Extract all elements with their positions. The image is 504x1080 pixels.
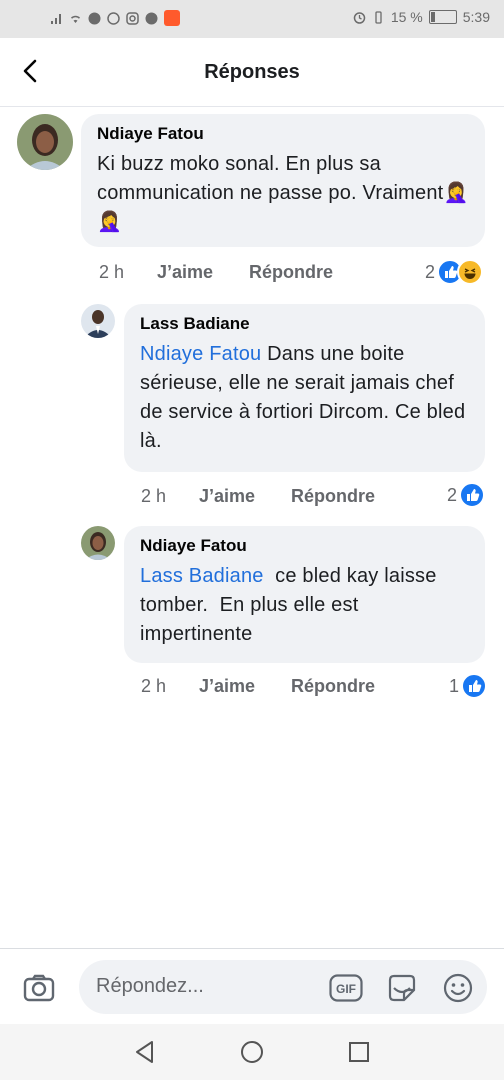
comment-time: 2 h: [141, 486, 167, 506]
sticker-icon[interactable]: [386, 972, 418, 1004]
comment-author[interactable]: Lass Badiane: [140, 314, 469, 334]
clock: 5:39: [462, 9, 490, 25]
mention-link[interactable]: Lass Badiane: [140, 565, 264, 587]
comment-body: Ki buzz moko sonal. En plus sa communica…: [97, 153, 444, 204]
like-icon: [459, 482, 486, 508]
camera-icon[interactable]: [22, 971, 56, 1005]
phone-icon: [145, 12, 158, 24]
gif-label: GIF: [336, 982, 356, 996]
gif-icon[interactable]: GIF: [329, 974, 363, 1002]
reply-button[interactable]: Répondre: [291, 676, 375, 697]
battery-icon: [428, 10, 457, 24]
avatar-ndiaye-fatou[interactable]: [81, 526, 115, 560]
vibrate-icon: [375, 10, 382, 24]
comment-text: Ki buzz moko sonal. En plus sa communica…: [97, 150, 469, 237]
alarm-icon: [353, 11, 366, 24]
comment-text: Ndiaye Fatou Dans une boite sérieuse, el…: [140, 340, 469, 456]
comment-author[interactable]: Ndiaye Fatou: [97, 124, 469, 144]
reaction-count: 1: [449, 675, 460, 696]
instagram-icon: [126, 11, 139, 25]
status-bar: 15 % 5:39: [0, 0, 504, 38]
reaction-summary[interactable]: 2: [447, 482, 486, 508]
reply-composer: Répondez... GIF: [0, 948, 504, 1025]
avatar-lass-badiane[interactable]: [81, 304, 115, 338]
comment-text: Lass Badiane ce bled kay laisse tomber. …: [140, 562, 469, 649]
system-nav-bar: [0, 1024, 504, 1080]
reply-input[interactable]: Répondez... GIF: [79, 960, 487, 1014]
like-button[interactable]: J’aime: [199, 676, 291, 697]
app-notification-icon: [164, 10, 180, 26]
like-button[interactable]: J’aime: [157, 262, 249, 283]
whatsapp-icon: [107, 11, 120, 25]
mention-link[interactable]: Ndiaye Fatou: [140, 343, 261, 365]
status-bar-notifications: [50, 10, 180, 26]
profile-photo: [17, 114, 73, 170]
profile-photo: [81, 304, 115, 338]
comment-actions: 2 h J’aime Répondre: [99, 262, 333, 283]
page-title: Réponses: [204, 61, 300, 83]
comment-time: 2 h: [99, 262, 125, 282]
profile-photo: [81, 526, 115, 560]
comment-bubble: Ndiaye Fatou Lass Badiane ce bled kay la…: [124, 526, 485, 663]
reaction-count: 2: [447, 484, 458, 505]
comment-time: 2 h: [141, 676, 167, 696]
reply-placeholder: Répondez...: [96, 975, 204, 997]
messenger-icon: [88, 12, 101, 24]
reaction-count: 2: [425, 261, 436, 282]
reply-button[interactable]: Répondre: [249, 262, 333, 283]
haha-icon: [457, 259, 484, 285]
reaction-summary[interactable]: 2: [425, 259, 484, 285]
status-bar-system: 15 % 5:39: [353, 9, 490, 25]
emoji-icon[interactable]: [442, 972, 474, 1004]
battery-percent: 15 %: [390, 9, 423, 25]
comment-author[interactable]: Ndiaye Fatou: [140, 536, 469, 556]
avatar-ndiaye-fatou[interactable]: [17, 114, 73, 170]
like-button[interactable]: J’aime: [199, 486, 291, 507]
reaction-summary[interactable]: 1: [449, 673, 488, 699]
comment-actions: 2 h J’aime Répondre: [141, 486, 375, 507]
signal-icon: [51, 13, 61, 24]
like-icon: [461, 673, 488, 699]
wifi-icon: [71, 15, 80, 23]
comment-bubble: Ndiaye Fatou Ki buzz moko sonal. En plus…: [81, 114, 485, 247]
reply-button[interactable]: Répondre: [291, 486, 375, 507]
nav-recents-icon[interactable]: [346, 1039, 372, 1065]
comment-bubble: Lass Badiane Ndiaye Fatou Dans une boite…: [124, 304, 485, 472]
nav-home-icon[interactable]: [239, 1039, 265, 1065]
nav-back-icon[interactable]: [132, 1039, 158, 1065]
header: Réponses: [0, 38, 504, 107]
comment-actions: 2 h J’aime Répondre: [141, 676, 375, 697]
